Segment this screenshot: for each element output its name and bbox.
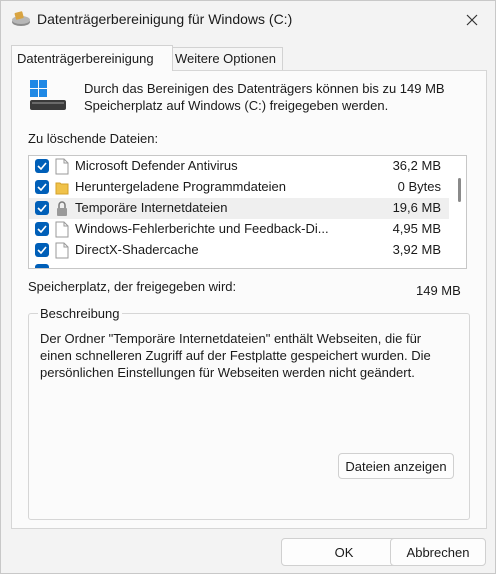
list-item[interactable]: Temporäre Internetdateien 19,6 MB	[29, 198, 449, 219]
file-name: Microsoft Defender Antivirus	[75, 158, 238, 173]
checkbox[interactable]	[35, 264, 49, 268]
checkbox[interactable]	[35, 159, 49, 173]
checkbox[interactable]	[35, 180, 49, 194]
title-bar[interactable]: Datenträgerbereinigung für Windows (C:)	[1, 1, 495, 39]
list-scrollbar[interactable]	[450, 156, 466, 268]
list-item[interactable]: Microsoft Defender Antivirus 36,2 MB	[29, 156, 449, 177]
description-text: Der Ordner "Temporäre Internetdateien" e…	[40, 331, 431, 380]
file-icon	[55, 221, 69, 238]
check-icon	[37, 246, 47, 254]
files-label: Zu löschende Dateien:	[28, 131, 159, 146]
cleanup-dialog: Datenträgerbereinigung für Windows (C:) …	[0, 0, 496, 574]
lock-icon	[57, 201, 67, 216]
file-size: 0 Bytes	[397, 179, 441, 194]
list-item[interactable]: Windows-Fehlerberichte und Feedback-Di..…	[29, 219, 449, 240]
description-legend: Beschreibung	[38, 306, 122, 321]
tab-panel: Durch das Bereinigen des Datenträgers kö…	[11, 70, 487, 529]
cancel-button[interactable]: Abbrechen	[390, 538, 486, 566]
tab-disk-cleanup[interactable]: Datenträgerbereinigung	[11, 45, 173, 71]
intro-text: Durch das Bereinigen des Datenträgers kö…	[84, 81, 445, 113]
check-icon	[37, 204, 47, 212]
window-title: Datenträgerbereinigung für Windows (C:)	[37, 11, 293, 27]
file-size: 4,95 MB	[392, 221, 441, 236]
space-label: Speicherplatz, der freigegeben wird:	[28, 279, 237, 294]
view-files-button[interactable]: Dateien anzeigen	[338, 453, 454, 479]
file-size: 36,2 MB	[392, 158, 441, 173]
checkbox[interactable]	[35, 222, 49, 236]
drive-icon	[30, 80, 66, 110]
ok-button[interactable]: OK	[281, 538, 407, 566]
close-button[interactable]	[455, 5, 489, 35]
check-icon	[37, 225, 47, 233]
file-name: Windows-Fehlerberichte und Feedback-Di..…	[75, 221, 329, 236]
file-name: Heruntergeladene Programmdateien	[75, 179, 287, 194]
space-value: 149 MB	[416, 283, 461, 298]
file-icon	[55, 242, 69, 259]
files-list[interactable]: Microsoft Defender Antivirus 36,2 MB Her…	[28, 155, 467, 269]
checkbox[interactable]	[35, 243, 49, 257]
list-item[interactable]: DirectX-Shadercache 3,92 MB	[29, 240, 449, 261]
file-size: 3,92 MB	[392, 242, 441, 257]
file-name: DirectX-Shadercache	[75, 242, 199, 257]
scrollbar-thumb[interactable]	[458, 178, 461, 202]
folder-icon	[55, 182, 69, 195]
file-size: 19,6 MB	[392, 200, 441, 215]
file-icon	[55, 158, 69, 175]
checkbox[interactable]	[35, 201, 49, 215]
check-icon	[37, 162, 47, 170]
list-item[interactable]: Heruntergeladene Programmdateien 0 Bytes	[29, 177, 449, 198]
list-item-partial[interactable]	[29, 261, 449, 268]
file-name: Temporäre Internetdateien	[75, 200, 228, 215]
disk-cleanup-icon	[12, 11, 30, 26]
check-icon	[37, 183, 47, 191]
tab-more-options[interactable]: Weitere Optionen	[169, 47, 283, 70]
close-icon	[466, 14, 478, 26]
